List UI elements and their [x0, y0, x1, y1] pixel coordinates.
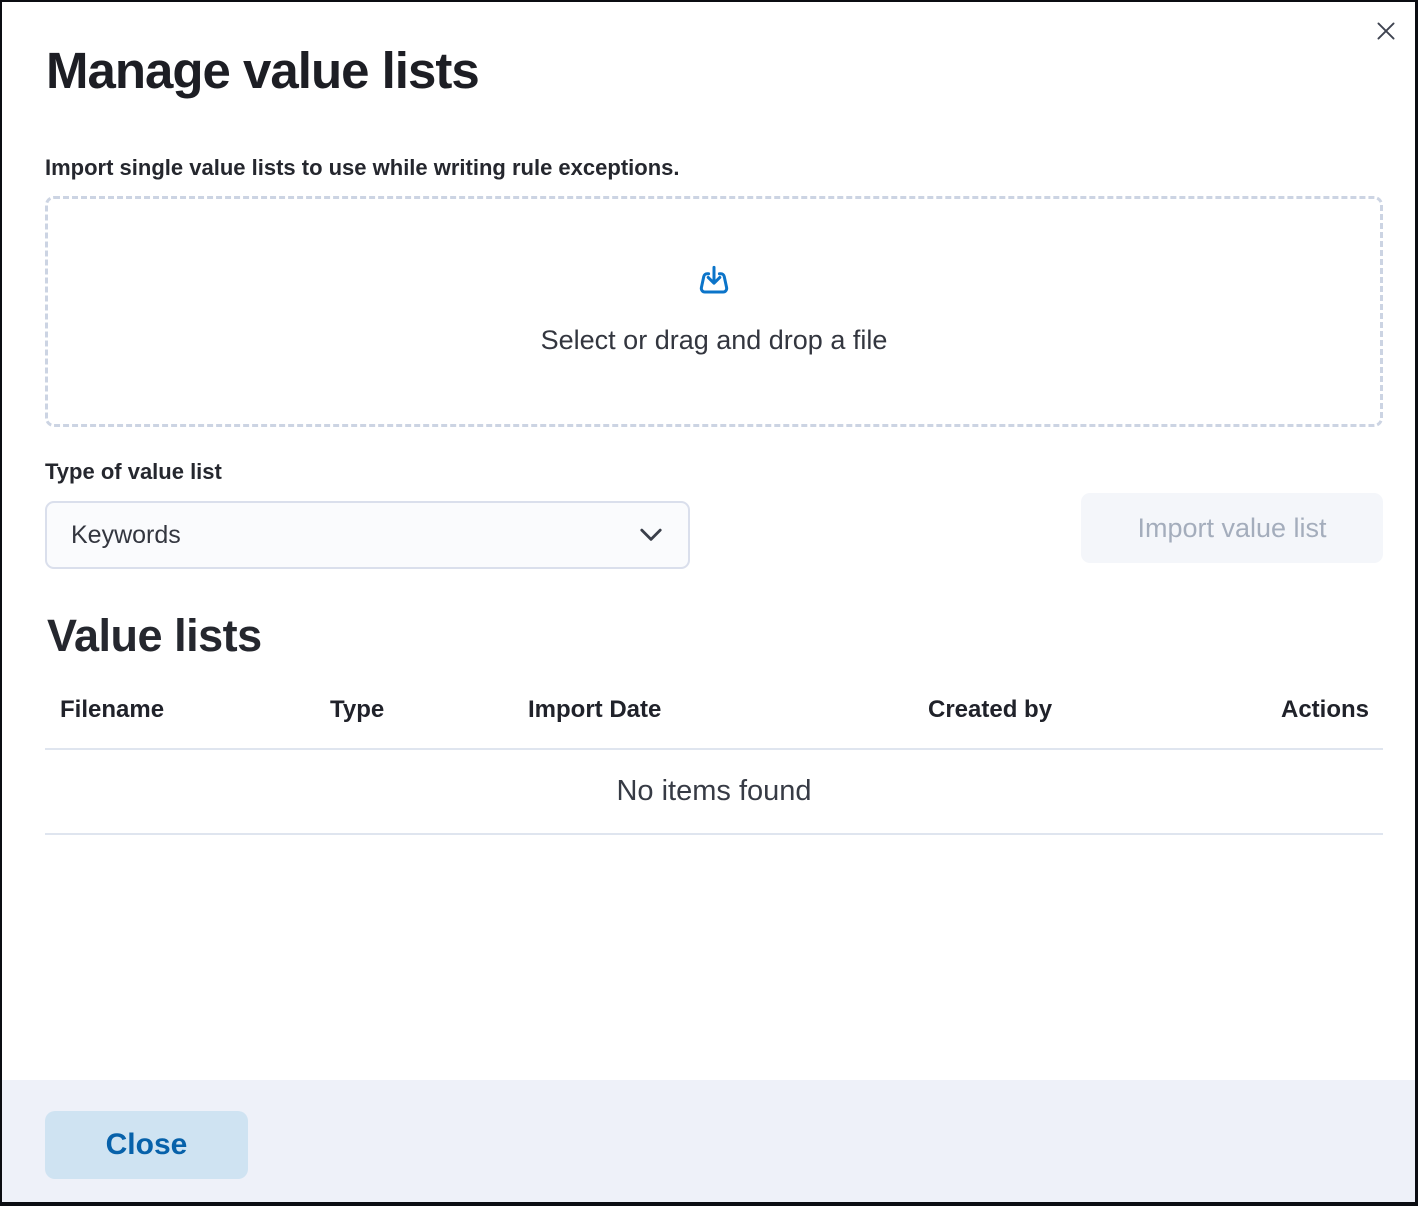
column-header-filename: Filename — [45, 690, 315, 748]
selected-type-value: Keywords — [71, 521, 638, 550]
file-dropzone[interactable]: Select or drag and drop a file — [45, 196, 1383, 427]
import-value-list-button[interactable]: Import value list — [1081, 493, 1383, 563]
import-action-icon — [690, 259, 738, 307]
chevron-down-icon — [638, 527, 664, 543]
table-header-row: Filename Type Import Date Created by Act… — [45, 690, 1383, 748]
column-header-type: Type — [315, 690, 513, 748]
column-header-actions: Actions — [1253, 690, 1383, 748]
page-title: Manage value lists — [46, 40, 479, 101]
modal-description: Import single value lists to use while w… — [45, 155, 679, 181]
close-button[interactable]: Close — [45, 1111, 248, 1179]
type-of-value-list-label: Type of value list — [45, 459, 222, 485]
close-modal-button[interactable] — [1371, 16, 1401, 46]
dropzone-label: Select or drag and drop a file — [541, 325, 888, 356]
column-header-import-date: Import Date — [513, 690, 913, 748]
table-empty-message: No items found — [45, 750, 1383, 833]
table-bottom-divider — [45, 833, 1383, 835]
value-lists-table: Filename Type Import Date Created by Act… — [45, 690, 1383, 835]
close-x-icon — [1373, 18, 1399, 44]
column-header-created-by: Created by — [913, 690, 1253, 748]
manage-value-lists-modal: Manage value lists Import single value l… — [0, 0, 1418, 1206]
modal-footer: Close — [2, 1080, 1415, 1202]
value-lists-heading: Value lists — [47, 610, 262, 662]
value-list-type-select[interactable]: Keywords — [45, 501, 690, 569]
